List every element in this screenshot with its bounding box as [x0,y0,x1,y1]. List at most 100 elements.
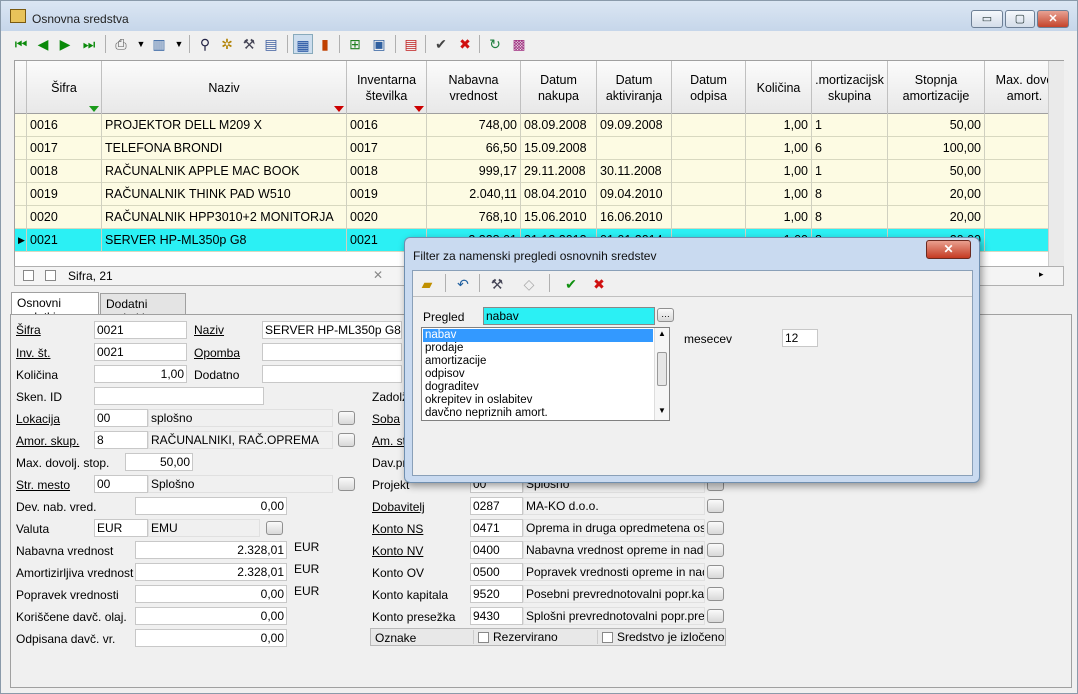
list-item[interactable]: dograditev [423,381,653,394]
table-cell[interactable]: SERVER HP-ML350p G8 [102,229,347,252]
report-icon[interactable]: ▤ [261,34,281,54]
table-cell[interactable] [672,183,746,206]
column-header[interactable]: Stopnja amortizacije [888,61,985,114]
str-mesto-lookup-button[interactable] [338,477,355,491]
clear-filter-icon[interactable]: ✕ [373,268,383,282]
izloceno-checkbox[interactable]: Sredstvo je izločeno [597,630,724,644]
table-cell[interactable]: 08.04.2010 [521,183,597,206]
table-row[interactable]: 0020 RAČUNALNIK HPP3010+2 MONITORJA 0020 76… [15,206,1063,229]
table-cell[interactable]: 1 [812,160,888,183]
refresh-icon[interactable]: ↻ [485,34,505,54]
list-item[interactable]: okrepitev in oslabitev [423,394,653,407]
pregled-lookup-button[interactable]: … [657,308,674,322]
scroll-right-icon[interactable]: ▸ [1039,269,1044,280]
table-cell[interactable]: 1,00 [746,183,812,206]
table-cell[interactable]: 0016 [27,114,102,137]
dialog-close-button[interactable]: ✕ [926,240,971,259]
table-cell[interactable]: 0020 [347,206,427,229]
table-cell[interactable]: 30.11.2008 [597,160,672,183]
checkbox[interactable] [45,270,56,281]
table-cell[interactable]: 0019 [347,183,427,206]
table-row[interactable]: 0018 RAČUNALNIK APPLE MAC BOOK 0018 999,17 2… [15,160,1063,183]
column-header[interactable]: Količina [746,61,812,114]
kolicina-field[interactable]: 1,00 [94,365,187,383]
konto-presezka-field[interactable]: 9430 [470,607,523,625]
dobavitelj-field[interactable]: 0287 [470,497,523,515]
scroll-thumb[interactable] [657,352,667,386]
rezervirano-checkbox[interactable]: Rezervirano [473,630,558,644]
column-header[interactable]: Šifra [27,61,102,114]
chart-icon[interactable]: ▮ [315,34,335,54]
inv-field[interactable]: 0021 [94,343,187,361]
lokacija-field[interactable]: 00 [94,409,148,427]
colors-icon[interactable]: ▩ [509,34,529,54]
konto-presezka-lookup-button[interactable] [707,609,724,623]
list-item[interactable]: amortizacije [423,355,653,368]
sifra-field[interactable]: 0021 [94,321,187,339]
nabavna-field[interactable]: 2.328,01 [135,541,287,559]
list-item[interactable]: prodaje [423,342,653,355]
tab-osnovni-podatki[interactable]: Osnovni podatki [11,292,99,324]
opomba-field[interactable] [262,343,402,361]
konto-ov-lookup-button[interactable] [707,565,724,579]
konto-kapitala-field[interactable]: 9520 [470,585,523,603]
mesecev-field[interactable]: 12 [782,329,818,347]
add-icon[interactable]: ⊞ [345,34,365,54]
table-cell[interactable]: 1,00 [746,137,812,160]
table-cell[interactable]: 999,17 [427,160,521,183]
close-button[interactable]: ✕ [1037,10,1069,28]
columns-dropdown-icon[interactable]: ▼ [169,34,189,54]
koriscene-field[interactable]: 0,00 [135,607,287,625]
print-dropdown-icon[interactable]: ▼ [131,34,151,54]
table-cell[interactable]: 0017 [27,137,102,160]
table-cell[interactable]: 16.06.2010 [597,206,672,229]
columns-icon[interactable]: ▥ [149,34,169,54]
popravek-field[interactable]: 0,00 [135,585,287,603]
table-cell[interactable] [672,206,746,229]
cancel-icon[interactable]: ✖ [455,34,475,54]
table-cell[interactable]: 29.11.2008 [521,160,597,183]
dev-nab-field[interactable]: 0,00 [135,497,287,515]
table-cell[interactable]: 09.09.2008 [597,114,672,137]
table-cell[interactable]: TELEFONA BRONDI [102,137,347,160]
print-icon[interactable]: ⎙ [111,34,131,54]
table-cell[interactable]: 0020 [27,206,102,229]
table-cell[interactable]: 748,00 [427,114,521,137]
checkbox[interactable] [602,632,613,644]
grid-scrollbar[interactable] [1048,61,1064,267]
list-item[interactable]: davčno nepriznih amort. [423,407,653,420]
table-cell[interactable]: RAČUNALNIK APPLE MAC BOOK [102,160,347,183]
column-header[interactable]: Naziv [102,61,347,114]
konto-nv-lookup-button[interactable] [707,543,724,557]
pregled-options-list[interactable]: nabav prodaje amortizacije odpisov dogradite… [421,327,670,421]
lokacija-lookup-button[interactable] [338,411,355,425]
konto-ns-field[interactable]: 0471 [470,519,523,537]
valuta-field[interactable]: EUR [94,519,148,537]
valuta-lookup-button[interactable] [266,521,283,535]
sort-icon[interactable]: ✲ [217,34,237,54]
confirm-icon[interactable]: ✔ [561,274,581,294]
konto-ov-field[interactable]: 0500 [470,563,523,581]
tools-icon[interactable]: ⚒ [487,274,507,294]
sken-field[interactable] [94,387,264,405]
table-cell[interactable] [672,160,746,183]
first-icon[interactable]: ⏮ [11,34,31,54]
table-cell[interactable]: 15.09.2008 [521,137,597,160]
scroll-up-icon[interactable]: ▲ [658,329,666,338]
konto-nv-field[interactable]: 0400 [470,541,523,559]
open-folder-icon[interactable]: ▰ [417,274,437,294]
table-cell[interactable] [672,137,746,160]
table-cell[interactable]: 8 [812,206,888,229]
table-cell[interactable]: 2.040,11 [427,183,521,206]
image-icon[interactable]: ▣ [369,34,389,54]
binoculars-icon[interactable]: ⚲ [195,34,215,54]
table-cell[interactable]: 50,00 [888,114,985,137]
odpisana-field[interactable]: 0,00 [135,629,287,647]
table-cell[interactable]: 0017 [347,137,427,160]
table-cell[interactable]: 0018 [27,160,102,183]
naziv-field[interactable]: SERVER HP-ML350p G8 [262,321,402,339]
column-header[interactable]: Datum aktiviranja [597,61,672,114]
list-item[interactable]: nabav [423,329,653,342]
table-cell[interactable]: 1,00 [746,206,812,229]
pregled-field[interactable]: nabav [483,307,655,325]
